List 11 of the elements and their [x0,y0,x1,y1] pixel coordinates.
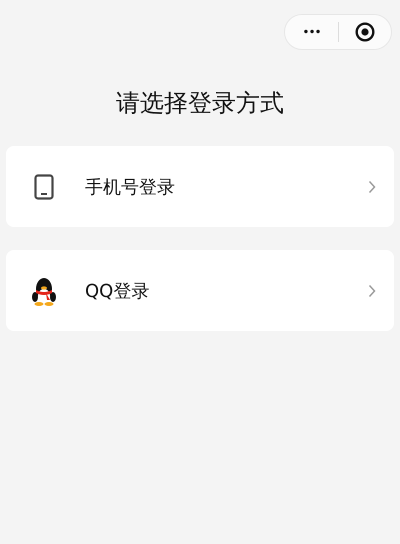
login-option[interactable]: QQ登录 [6,250,394,331]
chevron-icon [368,180,376,194]
phone-icon [34,174,54,200]
page-title: 请选择登录方式 [115,88,285,118]
close-target-icon[interactable] [355,22,375,42]
chevron-icon [368,284,376,298]
login-option[interactable]: 手机号登录 [6,146,394,227]
option-label: 手机号登录 [85,176,176,198]
more-button[interactable]: ••• [285,25,338,39]
penguin-icon [31,276,57,306]
option-label: QQ登录 [85,280,150,302]
